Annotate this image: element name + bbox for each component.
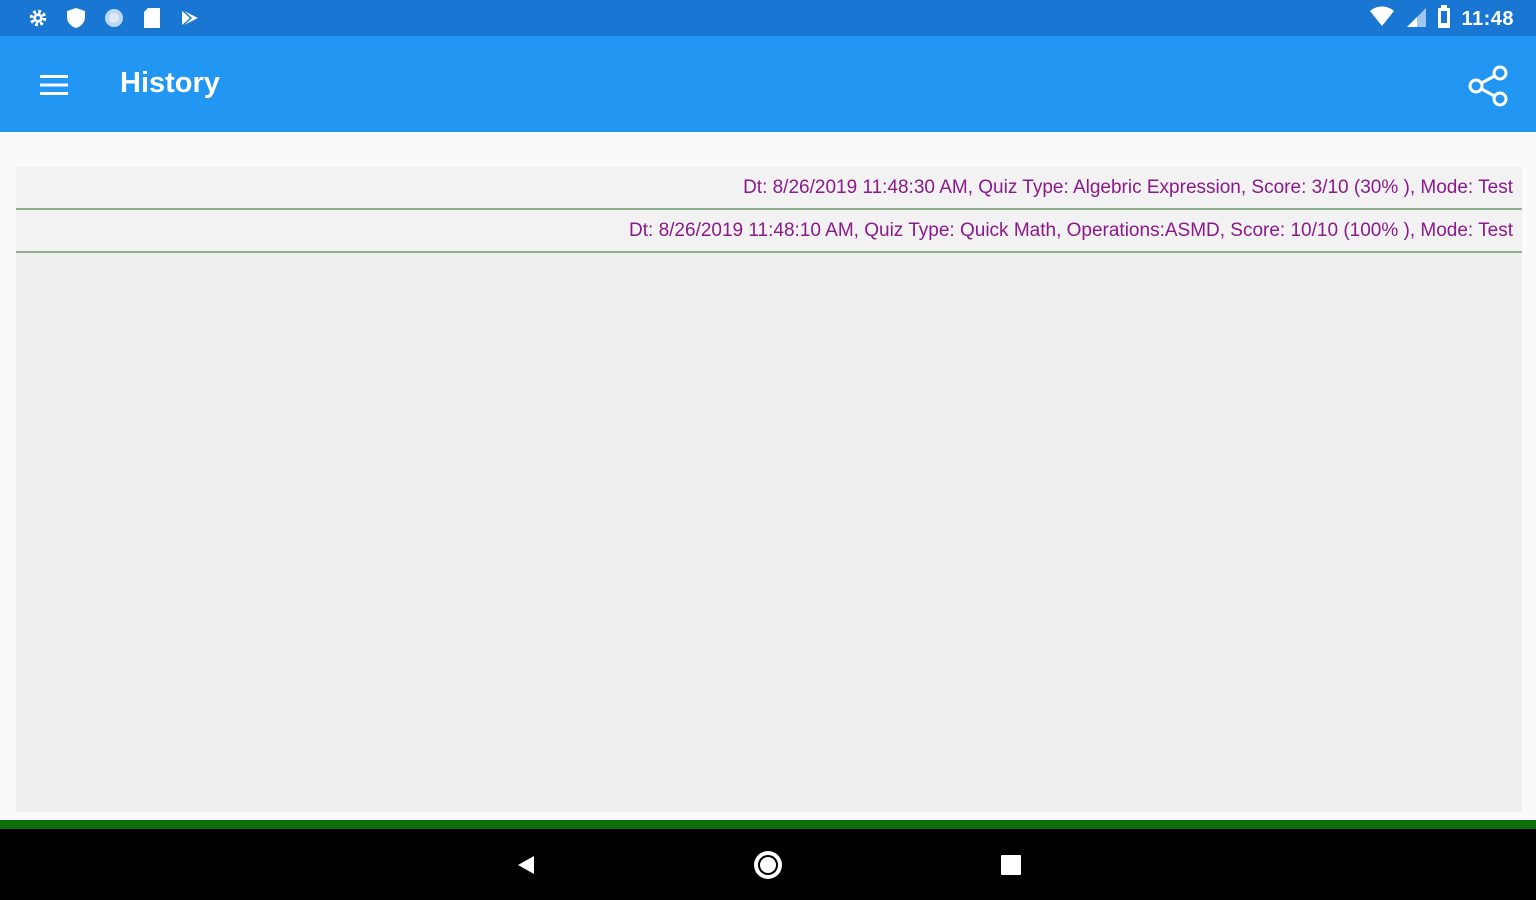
status-left-icons [26,6,202,30]
status-bar: 11:48 [0,0,1536,36]
wifi-icon [1369,6,1395,33]
back-icon[interactable] [506,845,546,885]
settings-icon [26,6,50,30]
page-title: History [120,67,220,99]
app-bar: History [0,36,1536,132]
play-store-icon [178,6,202,30]
circle-icon [102,6,126,30]
battery-icon [1437,5,1451,34]
history-list[interactable]: Dt: 8/26/2019 11:48:30 AM, Quiz Type: Al… [16,167,1522,812]
history-item-text: Dt: 8/26/2019 11:48:30 AM, Quiz Type: Al… [743,176,1513,198]
bottom-divider [0,820,1536,829]
recents-icon[interactable] [991,845,1031,885]
history-item-text: Dt: 8/26/2019 11:48:10 AM, Quiz Type: Qu… [629,219,1513,241]
list-item[interactable]: Dt: 8/26/2019 11:48:10 AM, Quiz Type: Qu… [16,210,1522,253]
list-item[interactable]: Dt: 8/26/2019 11:48:30 AM, Quiz Type: Al… [16,167,1522,210]
home-icon[interactable] [748,845,788,885]
status-right-icons: 11:48 [1369,5,1514,34]
sd-card-icon [140,6,164,30]
navigation-bar [0,829,1536,900]
status-time: 11:48 [1461,8,1514,30]
share-icon[interactable] [1460,58,1516,114]
hamburger-menu-icon[interactable] [28,64,80,106]
cell-signal-icon [1405,6,1427,33]
shield-icon [64,6,88,30]
